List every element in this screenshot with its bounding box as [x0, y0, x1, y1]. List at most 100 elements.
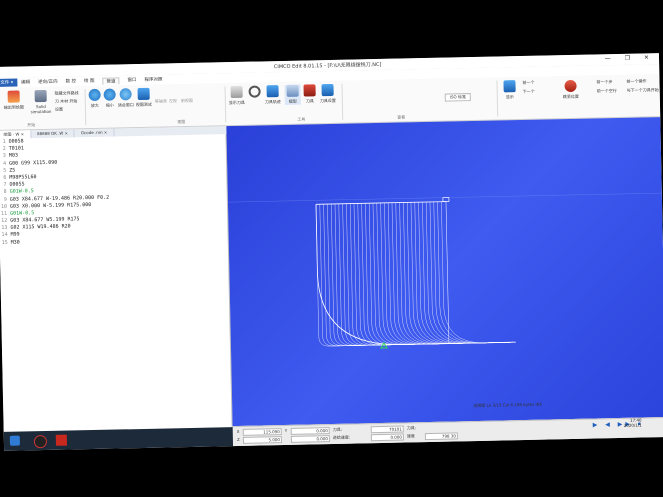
cimco-icon[interactable] — [55, 434, 67, 446]
backplot-file-button[interactable]: 输出到绘图 — [1, 90, 27, 111]
y-label: Y — [284, 427, 288, 434]
prev-op-button[interactable]: 前一个操作 — [626, 78, 646, 84]
show-button[interactable]: 显示 — [501, 80, 517, 100]
toolpath-pass — [346, 203, 513, 346]
isometric-view-button[interactable]: 等轴测 — [155, 98, 167, 104]
settings-button[interactable]: 设置 — [55, 107, 63, 113]
toolpath-pass — [338, 203, 513, 346]
fit-icon — [119, 88, 132, 101]
menu-item[interactable]: 编辑 — [21, 79, 30, 85]
toolpath-pass — [361, 203, 513, 346]
code-text: G00 G99 X115.090 — [9, 159, 58, 167]
tool-value: T0101 — [370, 425, 404, 434]
toolpath-top — [315, 201, 446, 205]
hide-path-check[interactable]: 隐藏文件路线 — [55, 90, 79, 97]
code-text: Z5 — [9, 167, 16, 174]
menu-item-active[interactable]: 管道 — [102, 76, 120, 85]
toolpath-pass — [410, 202, 513, 344]
toolpath-pass — [399, 202, 513, 345]
group-label-tools: 工具 — [297, 116, 306, 122]
show-label: 显示 — [505, 94, 514, 100]
code-text: G03 X84.677 W5.199 R175 — [10, 216, 80, 224]
next-button[interactable]: 下一个 — [523, 89, 535, 95]
feed-value: 0.000 — [370, 433, 404, 442]
backplot-viewport[interactable] — [226, 117, 663, 427]
goto-position-button[interactable]: 跳至位置 — [556, 79, 584, 101]
prev-button[interactable]: 前一个 — [522, 80, 534, 86]
solid-simulation-label: Solid simulation — [30, 103, 52, 115]
code-text: M98P55L60 — [9, 174, 37, 181]
cube-icon — [137, 87, 150, 101]
z-label: Z — [236, 436, 240, 443]
solid-simulation-button[interactable]: Solid simulation — [28, 89, 54, 115]
display-tool-button[interactable]: 显示刀具 — [228, 85, 246, 106]
views-label: 视图测试 — [135, 101, 152, 108]
code-text: O0055 — [9, 181, 25, 188]
clock-date: 2020/1/1 — [623, 422, 642, 428]
toolpath-icon — [266, 85, 279, 98]
tool-settings-button[interactable]: 刀具设置 — [318, 83, 336, 104]
zoom-out-label: 缩小 — [105, 102, 114, 108]
toolpath-pass — [414, 202, 513, 344]
code-text: M03 — [8, 152, 19, 160]
group-label-view: 视图 — [177, 119, 186, 125]
iso-standard-select[interactable]: ISO 标准 — [444, 93, 472, 102]
toolpath-pass — [353, 203, 513, 346]
toolpath-outline — [315, 204, 516, 345]
toolpath-pass — [330, 203, 513, 346]
tool-check[interactable]: 刀 木材 开始 — [55, 98, 78, 104]
tool-button[interactable]: 刀具 — [302, 84, 316, 104]
code-text: O0058 — [8, 138, 24, 145]
menu-item[interactable]: 绘 图 — [84, 78, 95, 84]
tool2-label: 刀具: — [406, 425, 417, 431]
prev-blank-button[interactable]: 前一个空行 — [597, 88, 617, 94]
toolpath-pass — [395, 202, 513, 345]
toolpath-right — [445, 201, 450, 344]
prev-step-button[interactable]: 前一个步 — [596, 79, 612, 85]
backplot-file-label: 输出到绘图 — [3, 104, 24, 110]
zoom-out-button[interactable]: 缩小 — [103, 88, 117, 108]
code-text: M99 — [10, 231, 20, 239]
model-icon — [286, 84, 299, 97]
y-value: 0.000 — [290, 427, 330, 435]
start-icon[interactable] — [9, 435, 20, 446]
speed-value: 798 30 — [424, 432, 458, 441]
code-text: G01W-0.5 — [9, 188, 34, 196]
menu-item[interactable]: 程序对照 — [144, 77, 162, 83]
tool-icon — [230, 85, 243, 99]
refresh-icon — [248, 85, 261, 98]
window-controls[interactable]: — ❐ ✕ — [605, 54, 655, 62]
model-button[interactable]: 模型 — [284, 84, 301, 105]
toolpath-label: 刀具轨迹 — [264, 99, 281, 105]
file-menu[interactable]: 文件 ▾ — [0, 78, 18, 87]
code-editor[interactable]: 1 O0058 2 T0101 3 M03 4 G00 G99 X115.090 5 Z5 6 M98… — [0, 134, 233, 434]
model-label: 模型 — [288, 98, 297, 104]
code-text: G02 X115 W19.486 R20 — [10, 223, 71, 231]
ribbon-separator — [496, 80, 499, 117]
toolpath-button[interactable]: 刀具轨迹 — [263, 85, 281, 105]
menu-item[interactable]: 窗口 — [127, 77, 136, 83]
tool-label: 刀具 — [305, 98, 314, 104]
left-view-button[interactable]: 左视 — [169, 98, 177, 104]
tool-settings-label: 刀具设置 — [319, 97, 336, 104]
zoom-in-button[interactable]: 放大 — [88, 88, 102, 109]
next-tool-button[interactable]: 与下一个刀具开始 — [627, 87, 659, 94]
app-icon[interactable] — [33, 435, 48, 449]
tool-holder — [442, 197, 450, 203]
toolpath-pass — [433, 201, 513, 344]
top-view-button[interactable]: 俯视图 — [181, 98, 193, 104]
fit-window-button[interactable]: 适合窗口 — [118, 88, 134, 108]
views-button[interactable]: 视图测试 — [135, 87, 153, 108]
menu-item[interactable]: 数 控 — [66, 78, 77, 84]
code-text: G03 X84.677 W-19.486 R20.000 F0.2 — [9, 194, 110, 203]
toolpath-pass — [418, 202, 513, 344]
taskbar — [3, 427, 234, 451]
refresh-button[interactable] — [246, 85, 262, 99]
display-tool-label: 显示刀具 — [228, 99, 245, 106]
group-label-start: 开始 — [27, 122, 36, 128]
menu-item[interactable]: 逆向/正向 — [38, 79, 58, 85]
toolpath-pass — [403, 202, 513, 345]
app-window: CIMCO Edit 8.01.15 - [F:\U\无限绕镗铣刀.NC] — … — [0, 53, 663, 451]
toolpath-pass — [380, 202, 513, 345]
toolpath-pass — [429, 201, 513, 344]
